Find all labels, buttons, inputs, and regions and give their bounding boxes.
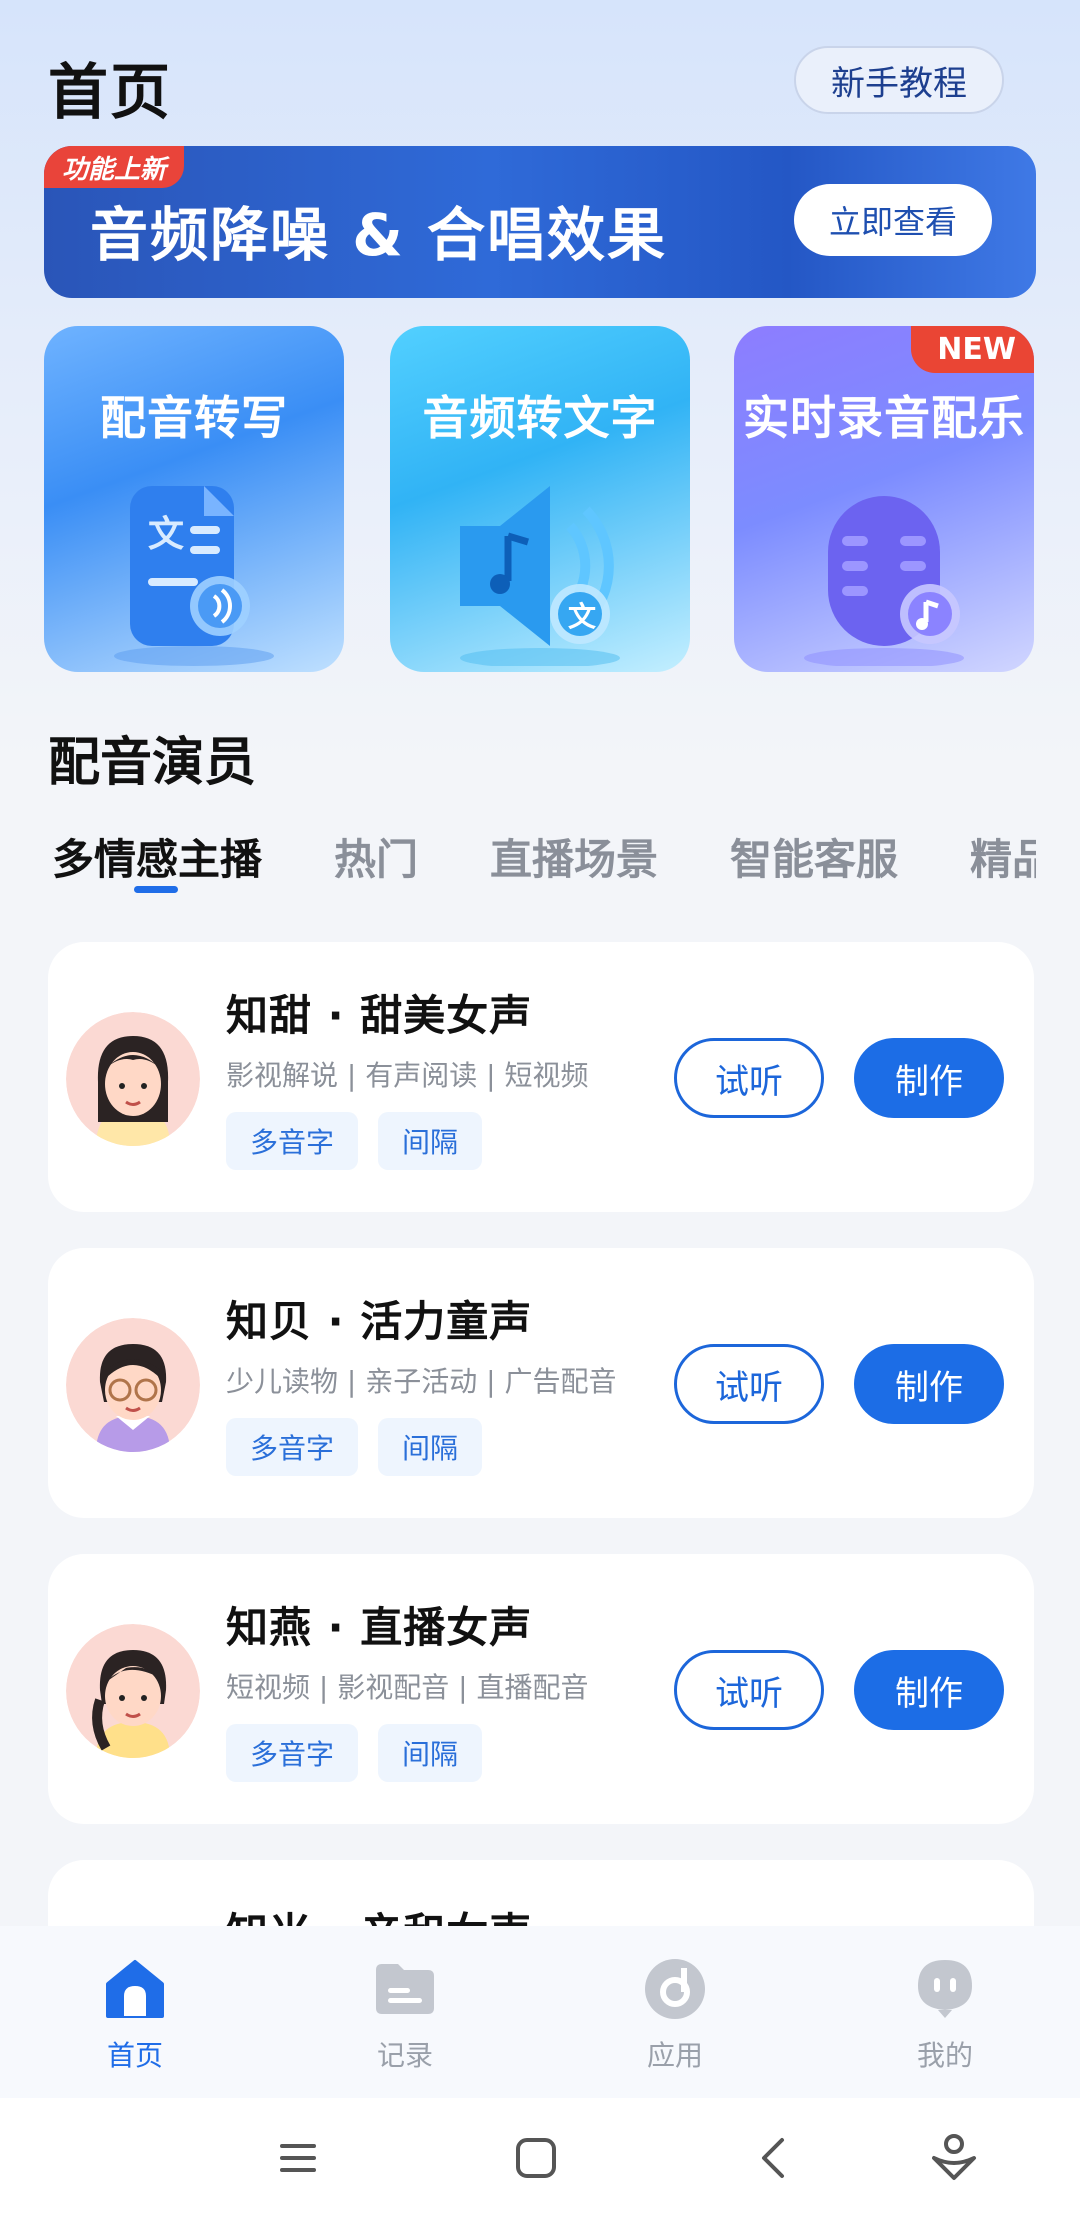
- tutorial-button[interactable]: 新手教程: [794, 46, 1004, 114]
- voice-name: 知燕 · 直播女声: [226, 1603, 533, 1652]
- feature-title: 音频转文字: [422, 391, 658, 445]
- voice-actors-title: 配音演员: [48, 733, 257, 793]
- banner-title: 音频降噪 & 合唱效果: [90, 201, 667, 269]
- avatar: [66, 1624, 200, 1758]
- microphone-music-icon: [804, 496, 964, 666]
- tab-multi-emotion[interactable]: 多情感主播: [52, 826, 262, 887]
- nav-profile[interactable]: 我的: [870, 1956, 1020, 2074]
- tab-smart-service[interactable]: 智能客服: [730, 826, 898, 887]
- listen-button[interactable]: 试听: [674, 1038, 824, 1118]
- voice-description: 少儿读物 | 亲子活动 | 广告配音: [226, 1365, 617, 1398]
- listen-button[interactable]: 试听: [674, 1344, 824, 1424]
- feature-title: 配音转写: [100, 391, 288, 445]
- voice-tag: 间隔: [378, 1724, 483, 1782]
- voice-description: 影视解说 | 有声阅读 | 短视频: [226, 1059, 589, 1092]
- voice-tag: 多音字: [226, 1724, 359, 1782]
- home-square-icon[interactable]: [506, 2128, 566, 2188]
- nav-label: 首页: [106, 2039, 163, 2072]
- svg-text:文: 文: [148, 514, 184, 555]
- make-button[interactable]: 制作: [854, 1344, 1004, 1424]
- tab-premium[interactable]: 精品: [970, 826, 1036, 887]
- profile-icon: [918, 1960, 972, 2018]
- feature-card-audio-to-text[interactable]: 音频转文字 文: [390, 326, 690, 672]
- page-title: 首页: [48, 58, 172, 128]
- new-badge: NEW: [911, 326, 1034, 373]
- voice-description: 短视频 | 影视配音 | 直播配音: [226, 1671, 589, 1704]
- nav-home[interactable]: 首页: [60, 1956, 210, 2074]
- listen-button[interactable]: 试听: [674, 1650, 824, 1730]
- back-icon[interactable]: [744, 2128, 804, 2188]
- feature-card-live-record-music[interactable]: 实时录音配乐 NEW: [734, 326, 1034, 672]
- feature-banner[interactable]: 功能上新 音频降噪 & 合唱效果 立即查看: [44, 146, 1036, 298]
- voice-tag: 间隔: [378, 1418, 483, 1476]
- voice-tag: 多音字: [226, 1112, 359, 1170]
- voice-tag: 间隔: [378, 1112, 483, 1170]
- tab-popular[interactable]: 热门: [334, 826, 418, 887]
- active-tab-indicator: [134, 886, 178, 893]
- nav-apps[interactable]: 应用: [600, 1956, 750, 2074]
- feature-card-dubbing-transcribe[interactable]: 配音转写 文: [44, 326, 344, 672]
- voice-tag: 多音字: [226, 1418, 359, 1476]
- assistant-icon[interactable]: [924, 2128, 984, 2188]
- nav-label: 应用: [646, 2039, 703, 2072]
- document-audio-icon: 文: [114, 486, 274, 666]
- nav-label: 记录: [376, 2039, 433, 2072]
- speaker-text-icon: 文: [460, 486, 620, 666]
- menu-icon[interactable]: [268, 2128, 328, 2188]
- nav-label: 我的: [916, 2039, 973, 2072]
- make-button[interactable]: 制作: [854, 1650, 1004, 1730]
- voice-card[interactable]: 知贝 · 活力童声 少儿读物 | 亲子活动 | 广告配音 多音字 间隔 试听 制…: [48, 1248, 1034, 1518]
- system-navigation-bar: [0, 2098, 1080, 2223]
- banner-view-button[interactable]: 立即查看: [794, 184, 992, 256]
- avatar: [66, 1318, 200, 1452]
- voice-card[interactable]: 知甜 · 甜美女声 影视解说 | 有声阅读 | 短视频 多音字 间隔 试听 制作: [48, 942, 1034, 1212]
- make-button[interactable]: 制作: [854, 1038, 1004, 1118]
- home-icon: [106, 1960, 164, 2018]
- app-disc-icon: [645, 1959, 705, 2019]
- voice-card[interactable]: 知燕 · 直播女声 短视频 | 影视配音 | 直播配音 多音字 间隔 试听 制作: [48, 1554, 1034, 1824]
- voice-name: 知贝 · 活力童声: [226, 1297, 533, 1346]
- tab-live-scene[interactable]: 直播场景: [490, 826, 658, 887]
- avatar: [66, 1012, 200, 1146]
- folder-icon: [376, 1964, 434, 2014]
- feature-title: 实时录音配乐: [743, 391, 1025, 445]
- banner-new-tag: 功能上新: [44, 146, 185, 188]
- nav-records[interactable]: 记录: [330, 1956, 480, 2074]
- bottom-navigation: 首页 记录 应用 我的: [0, 1926, 1080, 2098]
- voice-name: 知甜 · 甜美女声: [226, 991, 533, 1040]
- svg-text:文: 文: [568, 600, 596, 633]
